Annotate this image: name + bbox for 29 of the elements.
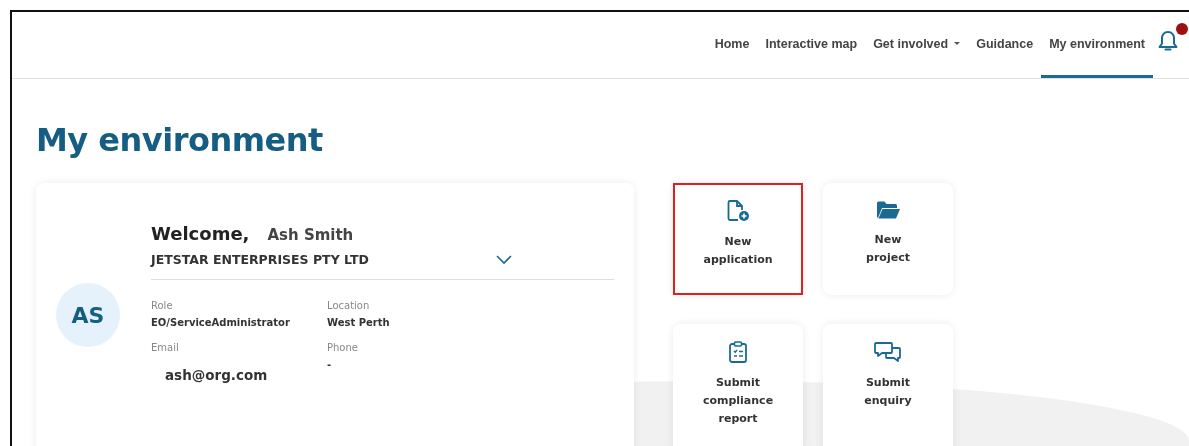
nav-link[interactable]: Interactive map: [757, 12, 866, 78]
caret-icon: [954, 42, 961, 45]
chevron-down-icon[interactable]: [496, 254, 512, 265]
nav-link[interactable]: My environment: [1041, 12, 1153, 78]
field-label: Location: [327, 300, 371, 311]
organisation-name: JETSTAR ENTERPRISES PTY LTD: [151, 252, 369, 267]
avatar: AS: [56, 283, 120, 347]
file-plus-icon: [725, 199, 751, 223]
nav-link[interactable]: Guidance: [968, 12, 1042, 78]
folder-icon: [875, 199, 901, 221]
field-value: West Perth: [327, 317, 391, 328]
nav-link[interactable]: Get involved: [865, 12, 969, 78]
clipboard-icon: [727, 340, 749, 364]
notification-bell-icon[interactable]: [1157, 29, 1179, 53]
action-tile[interactable]: New application: [673, 183, 803, 295]
field-value: -: [327, 359, 333, 370]
page-title: My environment: [36, 121, 324, 159]
field-label: Phone: [327, 342, 359, 353]
field-value: ash@org.com: [165, 367, 269, 383]
nav-link[interactable]: Home: [706, 12, 758, 78]
field-value: EO/ServiceAdministrator: [151, 317, 291, 328]
field-label: Email: [151, 342, 180, 353]
welcome-text: Welcome,: [151, 223, 250, 244]
action-tile[interactable]: New project: [823, 183, 953, 295]
field-label: Role: [151, 300, 174, 311]
chat-bubbles-icon: [873, 340, 903, 364]
action-tile[interactable]: Submit compliance report: [673, 324, 803, 446]
user-name: Ash Smith: [267, 226, 354, 244]
action-tile[interactable]: Submit enquiry: [823, 324, 953, 446]
